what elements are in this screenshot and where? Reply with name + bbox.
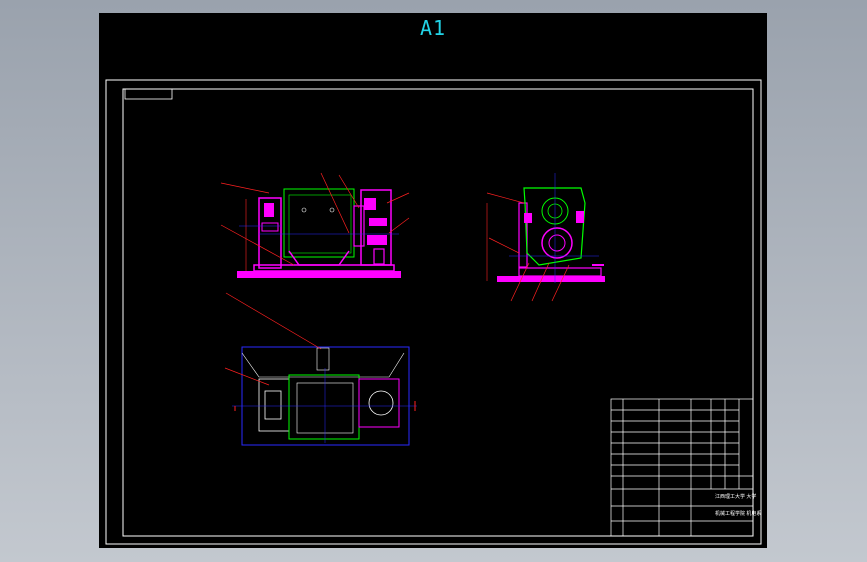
side-view — [486, 173, 605, 302]
outer-frame — [105, 79, 762, 545]
front-view — [220, 172, 410, 278]
cad-drawing — [105, 79, 762, 545]
top-motor — [288, 374, 360, 440]
gearbox-body — [523, 187, 586, 266]
base-plate — [237, 271, 401, 278]
corner-box — [124, 88, 173, 100]
title-block-school-line2: 机械工程学院 机电系 — [715, 511, 762, 517]
top-view-boundary — [241, 346, 410, 446]
top-view — [224, 292, 417, 446]
inner-frame — [122, 88, 754, 537]
title-block-school-line1: 江西理工大学 大学 — [715, 494, 757, 500]
motor-housing — [283, 188, 355, 258]
side-base-plate — [497, 276, 605, 282]
drawing-viewport[interactable]: A1 江西理工大学 大学 机械工程学院 机电系 — [99, 13, 767, 548]
